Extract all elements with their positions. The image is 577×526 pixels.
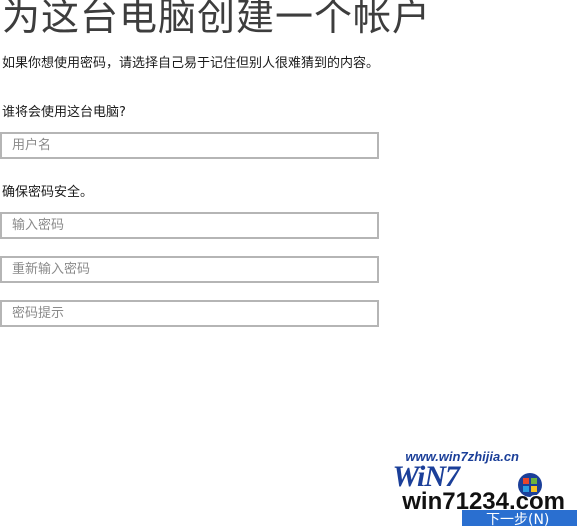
user-section-label: 谁将会使用这台电脑? bbox=[2, 105, 126, 120]
create-account-page: 为这台电脑创建一个帐户 如果你想使用密码，请选择自己易于记住但别人很难猜到的内容… bbox=[0, 0, 577, 526]
password-field[interactable] bbox=[0, 212, 379, 239]
watermark-domain: win71234.com bbox=[402, 488, 565, 515]
confirm-password-field[interactable] bbox=[0, 256, 379, 283]
password-section-label: 确保密码安全。 bbox=[2, 185, 94, 200]
password-guidance-text: 如果你想使用密码，请选择自己易于记住但别人很难猜到的内容。 bbox=[2, 56, 380, 71]
page-title: 为这台电脑创建一个帐户 bbox=[2, 0, 432, 39]
username-field[interactable] bbox=[0, 132, 379, 159]
password-hint-field[interactable] bbox=[0, 300, 379, 327]
